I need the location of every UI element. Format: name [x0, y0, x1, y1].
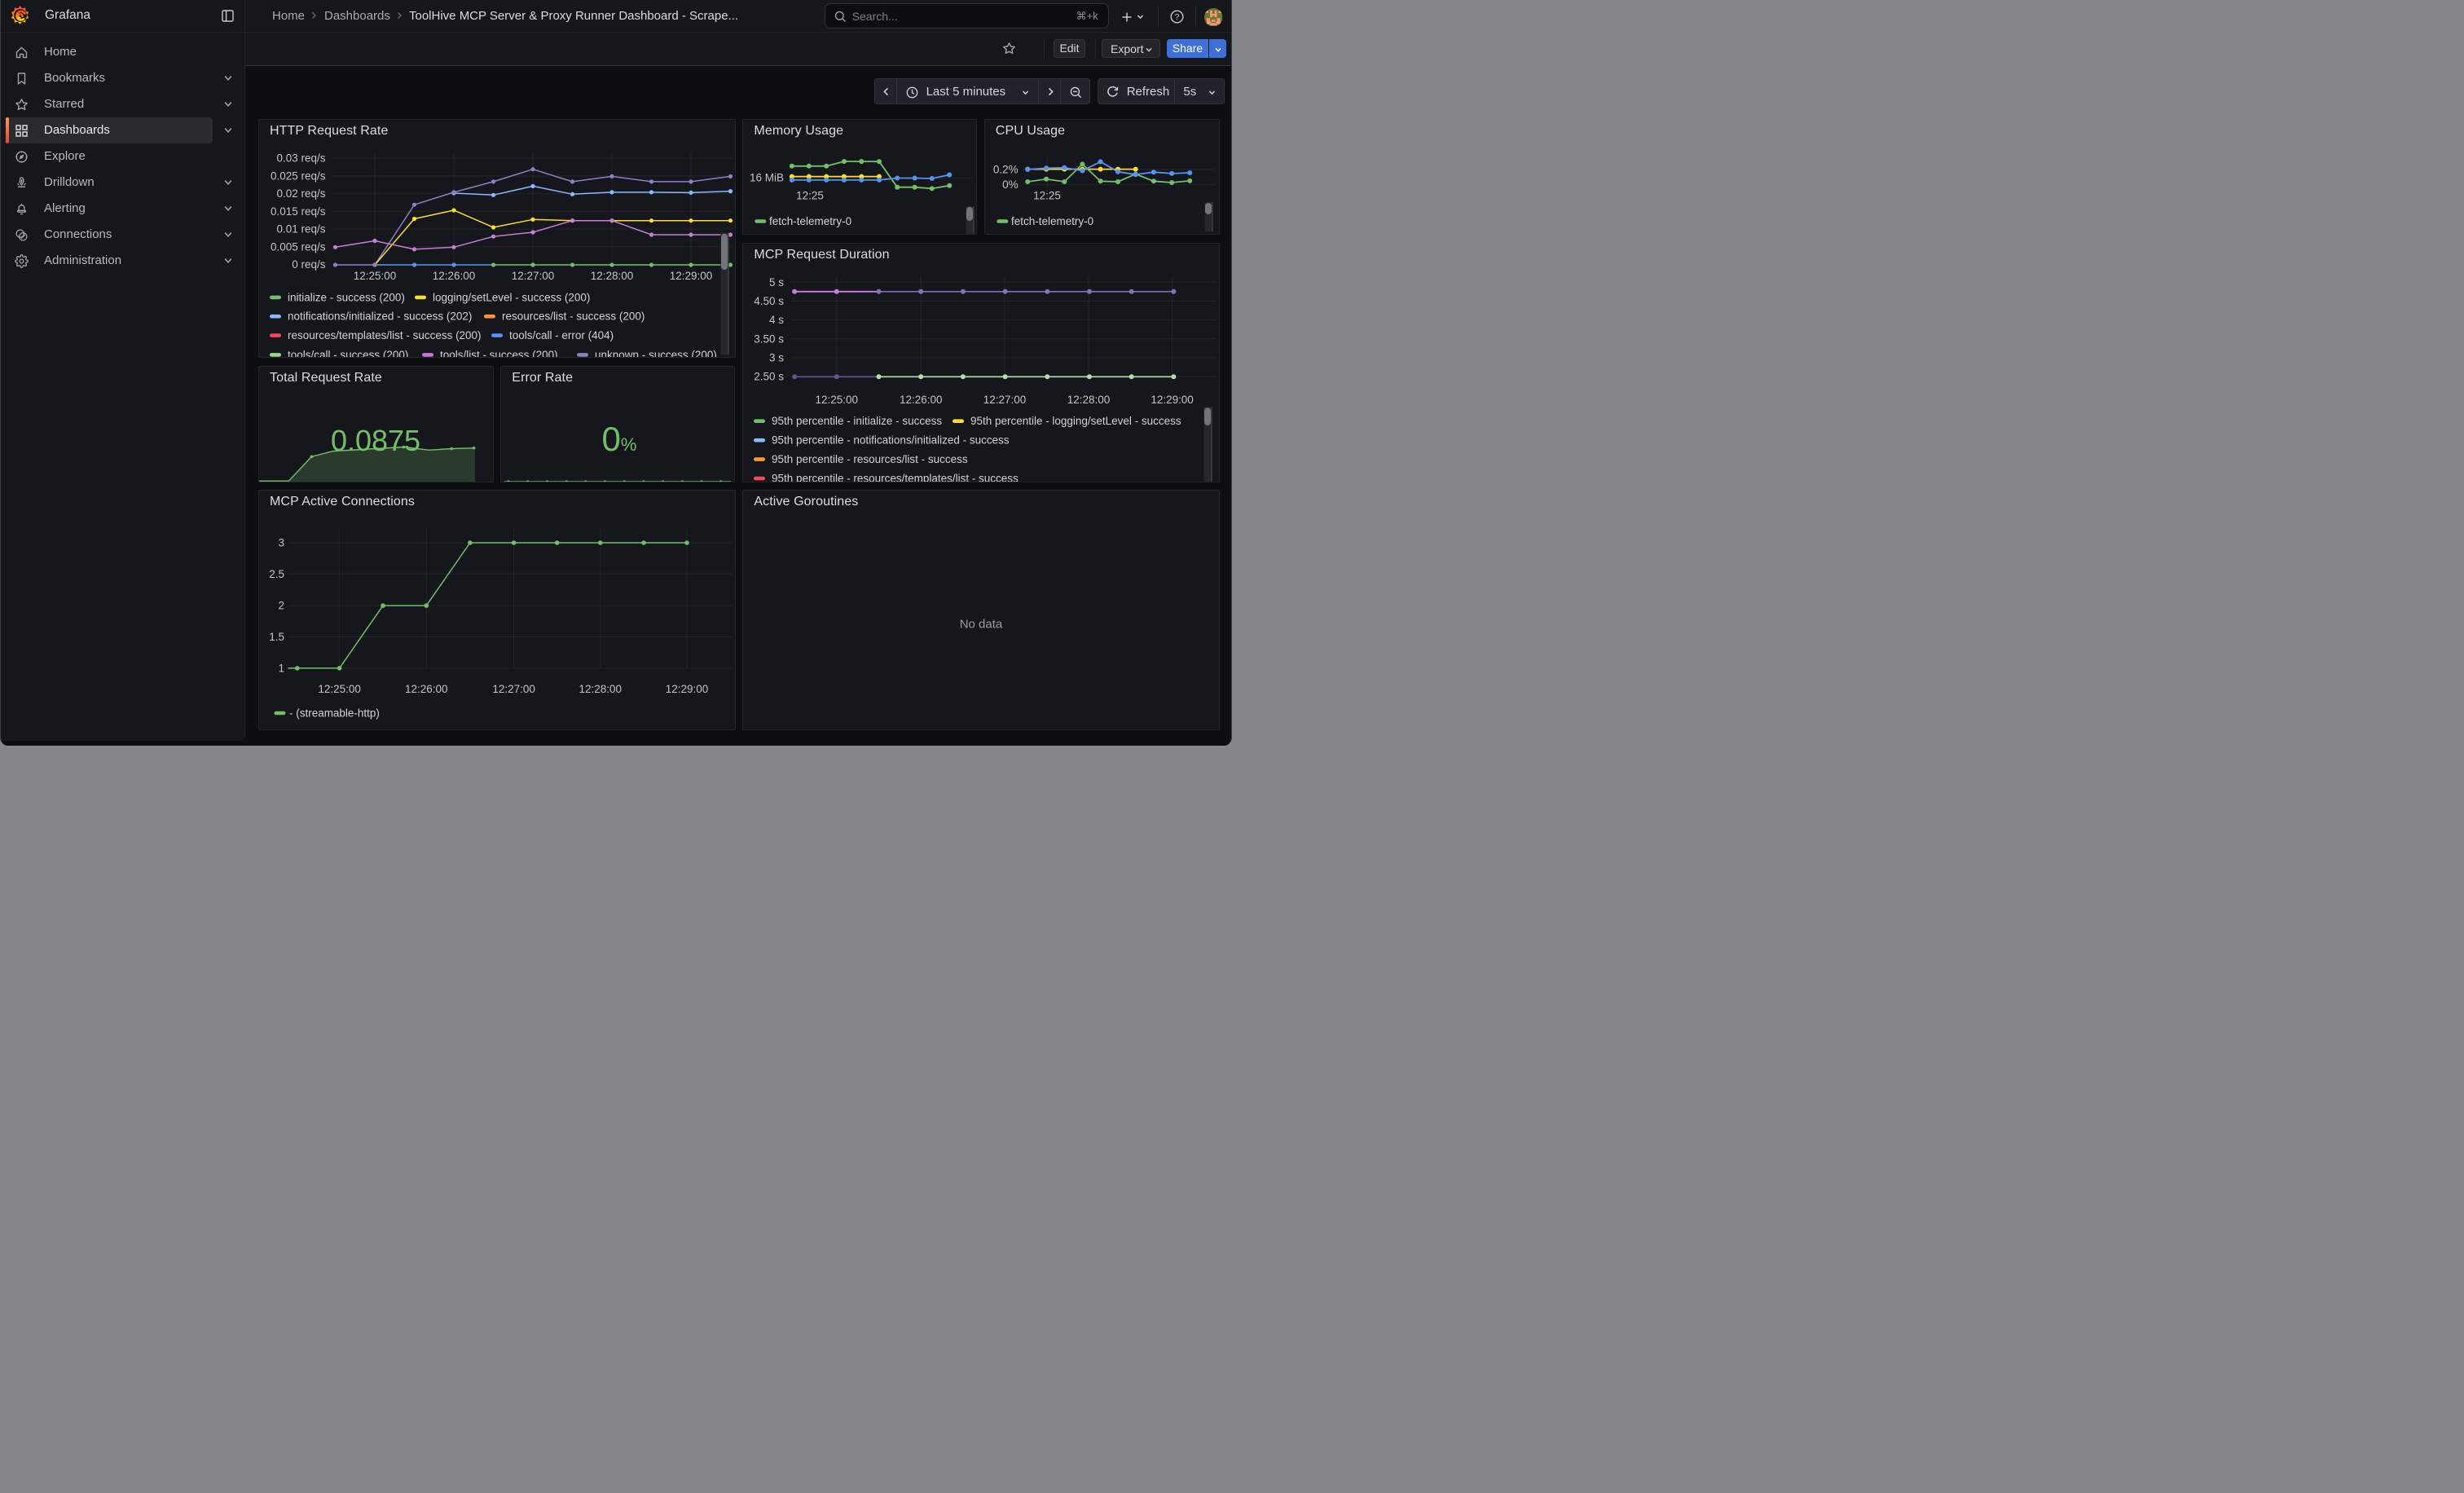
svg-text:12:29:00: 12:29:00	[666, 683, 709, 695]
svg-text:12:25:00: 12:25:00	[318, 683, 361, 695]
svg-text:12:26:00: 12:26:00	[433, 270, 476, 282]
svg-text:12:27:00: 12:27:00	[492, 683, 535, 695]
svg-text:2.50 s: 2.50 s	[755, 370, 785, 382]
svg-text:0%: 0%	[1002, 178, 1019, 191]
svg-text:resources/templates/list - suc: resources/templates/list - success (200)	[288, 329, 482, 341]
svg-text:notifications/initialized - su: notifications/initialized - success (202…	[288, 310, 472, 323]
svg-text:fetch-telemetry-0: fetch-telemetry-0	[1011, 215, 1093, 227]
svg-text:2.5: 2.5	[269, 568, 284, 580]
svg-text:unknown - success (200): unknown - success (200)	[595, 349, 717, 357]
svg-text:- (streamable-http): - (streamable-http)	[289, 707, 380, 719]
svg-text:12:26:00: 12:26:00	[900, 394, 943, 406]
svg-text:12:28:00: 12:28:00	[1067, 394, 1111, 406]
svg-text:fetch-telemetry-0: fetch-telemetry-0	[769, 215, 851, 227]
svg-text:3 s: 3 s	[769, 351, 784, 363]
svg-text:1.5: 1.5	[269, 631, 284, 643]
svg-text:0.03 req/s: 0.03 req/s	[277, 152, 326, 165]
svg-text:4.50 s: 4.50 s	[755, 295, 785, 307]
svg-text:0 req/s: 0 req/s	[292, 258, 325, 271]
svg-text:3.50 s: 3.50 s	[755, 333, 785, 345]
svg-text:0.015 req/s: 0.015 req/s	[271, 205, 326, 218]
svg-text:0.01 req/s: 0.01 req/s	[277, 223, 326, 236]
svg-text:4 s: 4 s	[769, 314, 784, 326]
svg-text:12:28:00: 12:28:00	[579, 683, 623, 695]
svg-text:0%: 0%	[602, 420, 637, 458]
svg-text:12:27:00: 12:27:00	[512, 270, 554, 282]
svg-text:2: 2	[279, 600, 285, 612]
svg-text:12:27:00: 12:27:00	[983, 394, 1027, 406]
svg-text:initialize - success (200): initialize - success (200)	[288, 291, 405, 303]
svg-text:12:26:00: 12:26:00	[405, 683, 447, 695]
svg-text:1: 1	[279, 662, 285, 674]
svg-text:0.02 req/s: 0.02 req/s	[277, 187, 326, 200]
svg-text:tools/call - success (200): tools/call - success (200)	[288, 349, 408, 357]
svg-text:12:25:00: 12:25:00	[354, 270, 397, 282]
svg-text:95th percentile - initialize -: 95th percentile - initialize - success	[772, 415, 942, 427]
svg-text:tools/call - error (404): tools/call - error (404)	[509, 329, 614, 341]
svg-text:12:25: 12:25	[1033, 189, 1061, 201]
svg-text:resources/list - success (200): resources/list - success (200)	[502, 310, 645, 323]
svg-text:95th percentile - resources/te: 95th percentile - resources/templates/li…	[772, 472, 1019, 482]
svg-text:5 s: 5 s	[769, 276, 784, 288]
svg-text:No data: No data	[960, 617, 1003, 631]
svg-text:0.0875: 0.0875	[331, 424, 420, 457]
svg-text:3: 3	[279, 536, 285, 548]
svg-text:tools/list - success (200): tools/list - success (200)	[440, 349, 558, 357]
svg-text:12:25:00: 12:25:00	[816, 394, 859, 406]
svg-text:16 MiB: 16 MiB	[750, 171, 784, 183]
svg-text:95th percentile - notification: 95th percentile - notifications/initiali…	[772, 434, 1010, 446]
svg-text:12:25: 12:25	[797, 189, 825, 201]
svg-text:logging/setLevel - success (20: logging/setLevel - success (200)	[433, 291, 590, 303]
svg-text:0.025 req/s: 0.025 req/s	[271, 170, 326, 182]
svg-text:12:29:00: 12:29:00	[1151, 394, 1195, 406]
svg-text:95th percentile - resources/li: 95th percentile - resources/list - succe…	[772, 453, 968, 465]
svg-text:12:29:00: 12:29:00	[670, 270, 713, 282]
svg-text:0.005 req/s: 0.005 req/s	[271, 240, 326, 253]
svg-text:95th percentile - logging/setL: 95th percentile - logging/setLevel - suc…	[970, 415, 1181, 427]
svg-text:0.2%: 0.2%	[993, 163, 1019, 175]
svg-text:?: ?	[1174, 13, 1179, 22]
svg-text:12:28:00: 12:28:00	[591, 270, 634, 282]
